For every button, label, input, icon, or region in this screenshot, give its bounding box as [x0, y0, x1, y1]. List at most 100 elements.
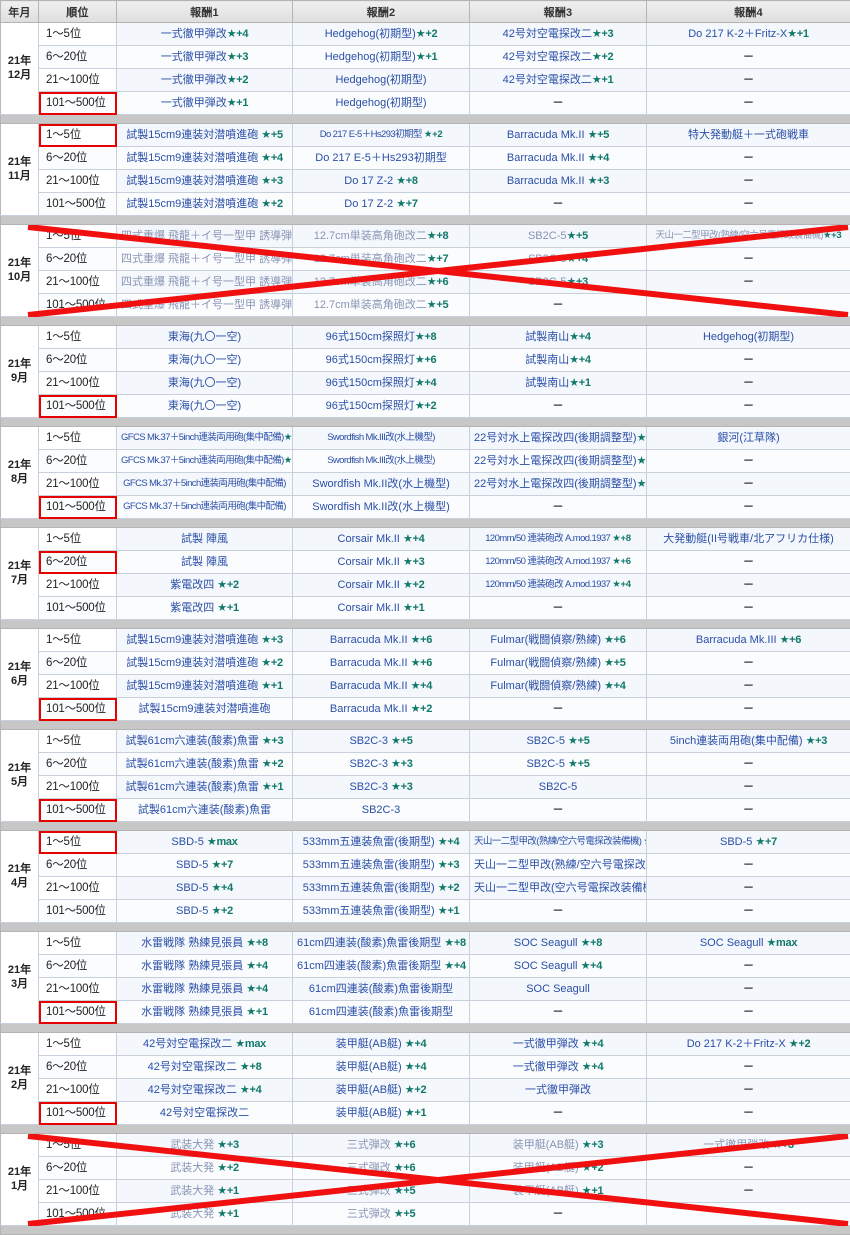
rank-cell[interactable]: 6～20位: [39, 46, 117, 69]
rank-cell-highlighted[interactable]: 101～500位: [39, 1102, 117, 1125]
reward-cell-1: 42号対空電探改二 ★+8: [117, 1056, 293, 1079]
reward-cell-4: SOC Seagull ★max: [647, 932, 850, 955]
rank-cell[interactable]: 6～20位: [39, 1157, 117, 1180]
rank-cell[interactable]: 1～5位: [39, 932, 117, 955]
section-divider: [1, 115, 850, 124]
reward-cell-4: －: [647, 69, 850, 92]
rank-cell[interactable]: 1～5位: [39, 730, 117, 753]
rank-cell[interactable]: 101～500位: [39, 900, 117, 923]
rank-cell[interactable]: 21～100位: [39, 1079, 117, 1102]
table-row: 101～500位東海(九〇一空)96式150cm探照灯★+2－－: [1, 395, 850, 418]
rank-cell[interactable]: 6～20位: [39, 349, 117, 372]
rank-cell-highlighted[interactable]: 6～20位: [39, 551, 117, 574]
year-month-cell: 21年11月: [1, 124, 39, 216]
rank-cell[interactable]: 21～100位: [39, 877, 117, 900]
reward-cell-2: Hedgehog(初期型)★+1: [293, 46, 470, 69]
rank-cell[interactable]: 6～20位: [39, 1056, 117, 1079]
reward-cell-4: －: [647, 877, 850, 900]
table-body: 21年12月1～5位一式徹甲弾改★+4Hedgehog(初期型)★+242号対空…: [1, 23, 850, 1235]
reward-cell-3: －: [470, 900, 647, 923]
reward-cell-2: 三式弾改 ★+5: [293, 1203, 470, 1226]
reward-cell-2: 96式150cm探照灯★+4: [293, 372, 470, 395]
rank-cell-highlighted[interactable]: 1～5位: [39, 831, 117, 854]
reward-cell-2: Hedgehog(初期型): [293, 69, 470, 92]
rank-cell[interactable]: 6～20位: [39, 854, 117, 877]
year-month-cell: 21年12月: [1, 23, 39, 115]
rank-cell[interactable]: 6～20位: [39, 955, 117, 978]
year-label: 21年: [5, 257, 34, 271]
reward-cell-1: 一式徹甲弾改★+4: [117, 23, 293, 46]
rank-cell[interactable]: 1～5位: [39, 1134, 117, 1157]
rank-cell-highlighted[interactable]: 101～500位: [39, 799, 117, 822]
column-header-rank: 順位: [39, 1, 117, 23]
rank-cell[interactable]: 101～500位: [39, 1203, 117, 1226]
reward-cell-1: 42号対空電探改二: [117, 1102, 293, 1125]
section-divider: [1, 1226, 850, 1235]
rank-cell[interactable]: 21～100位: [39, 574, 117, 597]
rank-cell[interactable]: 21～100位: [39, 776, 117, 799]
section-divider-bar: [1, 620, 850, 629]
reward-cell-1: 東海(九〇一空): [117, 349, 293, 372]
column-header-reward-1: 報酬1: [117, 1, 293, 23]
reward-cell-4: －: [647, 675, 850, 698]
rank-cell[interactable]: 6～20位: [39, 450, 117, 473]
section-divider-bar: [1, 1125, 850, 1134]
rank-cell-highlighted[interactable]: 101～500位: [39, 698, 117, 721]
section-divider: [1, 721, 850, 730]
rank-cell[interactable]: 21～100位: [39, 1180, 117, 1203]
month-label: 6月: [5, 675, 34, 689]
rank-cell[interactable]: 21～100位: [39, 69, 117, 92]
ranking-rewards-page: 年月 順位 報酬1 報酬2 報酬3 報酬4 21年12月1～5位一式徹甲弾改★+…: [0, 0, 850, 1235]
reward-cell-3: Fulmar(戦闘偵察/熟練) ★+4: [470, 675, 647, 698]
reward-cell-3: 120mm/50 連装砲改 A.mod.1937 ★+4: [470, 574, 647, 597]
rank-cell-highlighted[interactable]: 101～500位: [39, 1001, 117, 1024]
reward-cell-4: －: [647, 978, 850, 1001]
rank-cell[interactable]: 1～5位: [39, 629, 117, 652]
reward-cell-3: 一式徹甲弾改 ★+4: [470, 1056, 647, 1079]
rank-cell[interactable]: 21～100位: [39, 978, 117, 1001]
ranking-rewards-table: 年月 順位 報酬1 報酬2 報酬3 報酬4 21年12月1～5位一式徹甲弾改★+…: [0, 0, 850, 1235]
table-row: 21～100位試製61cm六連装(酸素)魚雷 ★+1SB2C-3 ★+3SB2C…: [1, 776, 850, 799]
rank-cell[interactable]: 6～20位: [39, 652, 117, 675]
reward-cell-4: 天山一二型甲改(熟練/空六号電探改装備機)★+3: [647, 225, 850, 248]
rank-cell[interactable]: 1～5位: [39, 225, 117, 248]
reward-cell-2: Hedgehog(初期型)★+2: [293, 23, 470, 46]
table-row: 6～20位東海(九〇一空)96式150cm探照灯★+6試製南山★+4－: [1, 349, 850, 372]
rank-cell-highlighted[interactable]: 101～500位: [39, 92, 117, 115]
reward-cell-4: －: [647, 147, 850, 170]
rank-cell[interactable]: 101～500位: [39, 597, 117, 620]
rank-cell[interactable]: 21～100位: [39, 473, 117, 496]
year-month-cell: 21年10月: [1, 225, 39, 317]
rank-cell[interactable]: 21～100位: [39, 170, 117, 193]
rank-cell[interactable]: 21～100位: [39, 675, 117, 698]
rank-cell[interactable]: 101～500位: [39, 193, 117, 216]
reward-cell-4: Hedgehog(初期型): [647, 326, 850, 349]
reward-cell-3: －: [470, 799, 647, 822]
rank-cell[interactable]: 21～100位: [39, 271, 117, 294]
table-row: 101～500位試製61cm六連装(酸素)魚雷SB2C-3－－: [1, 799, 850, 822]
year-month-cell: 21年6月: [1, 629, 39, 721]
rank-cell[interactable]: 6～20位: [39, 753, 117, 776]
reward-cell-2: 533mm五連装魚雷(後期型) ★+3: [293, 854, 470, 877]
year-month-cell: 21年7月: [1, 528, 39, 620]
rank-cell[interactable]: 1～5位: [39, 23, 117, 46]
reward-cell-1: 試製61cm六連装(酸素)魚雷 ★+2: [117, 753, 293, 776]
reward-cell-1: 試製61cm六連装(酸素)魚雷: [117, 799, 293, 822]
rank-cell[interactable]: 1～5位: [39, 528, 117, 551]
rank-cell[interactable]: 1～5位: [39, 1033, 117, 1056]
reward-cell-2: Corsair Mk.II ★+3: [293, 551, 470, 574]
rank-cell[interactable]: 1～5位: [39, 427, 117, 450]
year-month-cell: 21年2月: [1, 1033, 39, 1125]
reward-cell-4: SBD-5 ★+7: [647, 831, 850, 854]
rank-cell[interactable]: 21～100位: [39, 372, 117, 395]
rank-cell-highlighted[interactable]: 101～500位: [39, 496, 117, 519]
rank-cell[interactable]: 6～20位: [39, 147, 117, 170]
header-row: 年月 順位 報酬1 報酬2 報酬3 報酬4: [1, 1, 850, 23]
rank-cell[interactable]: 101～500位: [39, 294, 117, 317]
rank-cell-highlighted[interactable]: 101～500位: [39, 395, 117, 418]
reward-cell-4: －: [647, 1203, 850, 1226]
reward-cell-1: 東海(九〇一空): [117, 395, 293, 418]
rank-cell-highlighted[interactable]: 1～5位: [39, 124, 117, 147]
rank-cell[interactable]: 1～5位: [39, 326, 117, 349]
rank-cell[interactable]: 6～20位: [39, 248, 117, 271]
